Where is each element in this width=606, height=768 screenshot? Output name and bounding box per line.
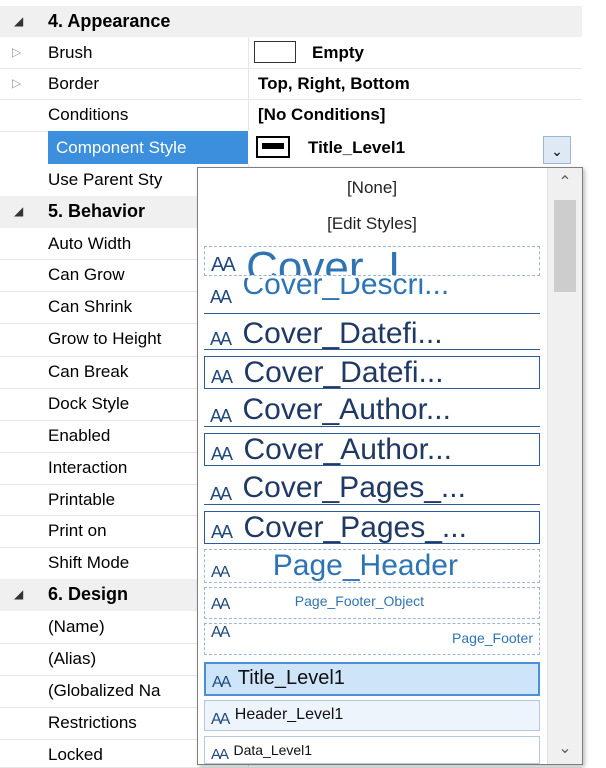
style-label: Cover_Datefi... bbox=[243, 356, 444, 389]
brush-swatch-icon bbox=[254, 40, 296, 63]
style-aa-icon: AA bbox=[210, 406, 232, 426]
style-item[interactable]: AA Cover_Descri... bbox=[204, 278, 540, 314]
collapse-icon[interactable]: ◢ bbox=[14, 6, 23, 37]
scrollbar-thumb[interactable] bbox=[554, 200, 576, 292]
style-item[interactable]: AA Cover_Datefi... bbox=[204, 318, 540, 350]
expand-icon[interactable]: ▷ bbox=[12, 68, 21, 99]
style-aa-icon: AA bbox=[211, 444, 233, 464]
property-name: Component Style bbox=[48, 131, 248, 164]
style-label: Page_Footer_Object bbox=[294, 593, 424, 609]
style-label: Page_Header bbox=[272, 549, 458, 582]
style-item[interactable]: AA Cover_Pages_... bbox=[204, 471, 540, 505]
expand-icon[interactable]: ▷ bbox=[12, 37, 21, 68]
scroll-up-icon[interactable]: ⌃ bbox=[548, 170, 582, 196]
property-row-brush[interactable]: ▷ Brush Empty bbox=[0, 37, 582, 69]
collapse-icon[interactable]: ◢ bbox=[14, 196, 23, 227]
style-label: Cover_Pages_... bbox=[243, 511, 467, 544]
style-label: Cover_Pages_... bbox=[242, 471, 466, 504]
style-item[interactable]: AA Cover_Datefi... bbox=[204, 356, 540, 389]
style-aa-icon: AA bbox=[211, 596, 230, 613]
style-label: Cover_Author... bbox=[242, 393, 451, 426]
property-name: Brush bbox=[48, 37, 249, 68]
style-label: Cover_Author... bbox=[243, 433, 452, 466]
property-value[interactable]: Top, Right, Bottom bbox=[248, 68, 592, 99]
style-item[interactable]: AA Cover_Pages_... bbox=[204, 511, 540, 544]
style-aa-icon: AA bbox=[211, 564, 230, 581]
style-aa-icon: AA bbox=[210, 287, 232, 307]
style-aa-icon: AA bbox=[211, 711, 230, 728]
collapse-icon[interactable]: ◢ bbox=[14, 579, 23, 610]
category-label: 4. Appearance bbox=[48, 11, 171, 31]
style-item[interactable]: AA Page_Header bbox=[204, 549, 540, 583]
style-aa-icon: AA bbox=[211, 254, 236, 276]
property-name: Conditions bbox=[48, 99, 249, 131]
style-label: Cover_Descri... bbox=[242, 278, 450, 301]
category-appearance[interactable]: ◢ 4. Appearance bbox=[0, 6, 582, 37]
style-item[interactable]: AA Page_Footer_Object bbox=[204, 587, 540, 619]
dropdown-item-none[interactable]: [None] bbox=[198, 176, 546, 200]
style-item[interactable]: AA Cover_I... bbox=[204, 246, 540, 276]
style-swatch-icon bbox=[256, 135, 290, 158]
property-name: Border bbox=[48, 68, 249, 99]
scroll-down-icon[interactable]: ⌄ bbox=[548, 736, 582, 762]
style-item-selected[interactable]: AA Title_Level1 bbox=[204, 662, 540, 696]
style-label: Header_Level1 bbox=[234, 706, 344, 723]
style-aa-icon: AA bbox=[212, 674, 231, 691]
component-style-dropdown[interactable]: [None] [Edit Styles] AA Cover_I... AA Co… bbox=[197, 167, 583, 765]
style-aa-icon: AA bbox=[211, 624, 230, 641]
style-item[interactable]: AA Header_Level1 bbox=[204, 700, 540, 731]
property-row-component-style[interactable]: Component Style Title_Level1 bbox=[0, 131, 582, 164]
style-aa-icon: AA bbox=[211, 367, 233, 387]
style-label: Data_Level1 bbox=[233, 742, 313, 758]
style-label: Title_Level1 bbox=[237, 667, 345, 689]
style-aa-icon: AA bbox=[210, 484, 232, 504]
style-label: Cover_Datefi... bbox=[242, 318, 443, 350]
chevron-down-icon[interactable]: ⌄ bbox=[543, 136, 571, 164]
style-item[interactable]: AA Data_Level1 bbox=[204, 736, 540, 764]
style-aa-icon: AA bbox=[211, 522, 233, 542]
style-label: Page_Footer bbox=[452, 630, 533, 646]
style-aa-icon: AA bbox=[210, 329, 232, 349]
style-aa-icon: AA bbox=[211, 746, 229, 763]
property-value[interactable]: Empty bbox=[248, 37, 582, 68]
property-row-conditions[interactable]: Conditions [No Conditions] bbox=[0, 99, 582, 132]
style-item[interactable]: AA Cover_Author... bbox=[204, 393, 540, 427]
property-value[interactable]: Title_Level1 bbox=[248, 131, 582, 164]
property-row-border[interactable]: ▷ Border Top, Right, Bottom bbox=[0, 68, 582, 100]
style-item[interactable]: AA Cover_Author... bbox=[204, 433, 540, 466]
style-item[interactable]: AA Page_Footer bbox=[204, 623, 540, 655]
style-label: Cover_I... bbox=[246, 246, 437, 276]
dropdown-scrollbar[interactable]: ⌃ ⌄ bbox=[547, 168, 582, 764]
property-value[interactable]: [No Conditions] bbox=[248, 99, 592, 131]
dropdown-item-edit-styles[interactable]: [Edit Styles] bbox=[198, 212, 546, 236]
